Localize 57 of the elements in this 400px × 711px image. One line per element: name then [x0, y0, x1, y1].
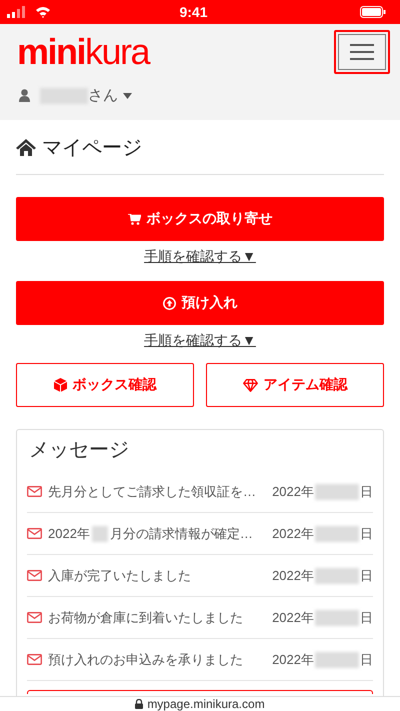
redacted-block	[92, 526, 108, 542]
message-row[interactable]: 2022年 月分の請求情報が確定… 2022年 日	[27, 513, 373, 555]
message-date: 2022年	[272, 482, 314, 500]
message-date: 2022年	[272, 566, 314, 584]
message-row[interactable]: お荷物が倉庫に到着いたしました 2022年 日	[27, 597, 373, 639]
user-name-suffix[interactable]: さん	[88, 86, 118, 105]
message-date: 2022年	[272, 524, 314, 542]
outline-button[interactable]	[27, 690, 373, 694]
user-icon	[19, 89, 30, 102]
action-button[interactable]: 預け入れ	[16, 281, 384, 325]
message-date: 2022年	[272, 650, 314, 668]
action-button[interactable]: ボックスの取り寄せ	[16, 197, 384, 241]
wifi-icon	[35, 6, 51, 18]
envelope-icon	[27, 654, 42, 665]
help-link[interactable]: 手順を確認する▼	[144, 248, 256, 264]
logo[interactable]: minikura	[17, 32, 150, 72]
envelope-icon	[27, 612, 42, 623]
battery-icon	[360, 6, 386, 18]
message-row[interactable]: 入庫が完了いたしました 2022年 日	[27, 555, 373, 597]
message-date: 日	[360, 608, 373, 626]
message-title: 月分の請求情報が確定…	[110, 524, 253, 542]
message-row[interactable]: 先月分としてご請求した領収証を… 2022年 日	[27, 471, 373, 513]
outline-button[interactable]: ボックス確認	[16, 363, 194, 407]
cube-icon	[54, 378, 66, 392]
menu-icon	[350, 43, 374, 61]
redacted-block	[315, 652, 359, 668]
upload-icon	[162, 296, 176, 310]
home-icon	[16, 138, 36, 156]
redacted-block	[315, 526, 359, 542]
envelope-icon	[27, 528, 42, 539]
cart-icon	[128, 214, 140, 224]
redacted-block	[315, 568, 359, 584]
message-title: 入庫が完了いたしました	[48, 566, 191, 584]
message-title: 預け入れのお申込みを承りました	[48, 650, 243, 668]
lock-icon	[135, 699, 144, 709]
redacted-block	[315, 484, 359, 500]
message-title: 2022年	[48, 524, 90, 542]
envelope-icon	[27, 486, 42, 497]
envelope-icon	[27, 570, 42, 581]
message-title: 先月分としてご請求した領収証を…	[48, 482, 256, 500]
redacted-block	[315, 610, 359, 626]
status-time: 9:41	[178, 4, 209, 20]
message-date: 日	[360, 482, 373, 500]
message-row[interactable]: 預け入れのお申込みを承りました 2022年 日	[27, 639, 373, 681]
menu-button[interactable]	[334, 30, 390, 74]
gem-icon	[242, 378, 258, 392]
help-link[interactable]: 手順を確認する▼	[144, 332, 256, 348]
message-date: 日	[360, 524, 373, 542]
message-title: お荷物が倉庫に到着いたしました	[48, 608, 243, 626]
message-date: 日	[360, 566, 373, 584]
message-date: 日	[360, 650, 373, 668]
caret-icon[interactable]	[123, 92, 132, 98]
url-text: mypage.minikura.com	[147, 697, 265, 711]
page-title: マイページ	[42, 136, 142, 160]
card-title: メッセージ	[28, 438, 130, 463]
outline-button[interactable]: アイテム確認	[206, 363, 384, 407]
message-date: 2022年	[272, 608, 314, 626]
